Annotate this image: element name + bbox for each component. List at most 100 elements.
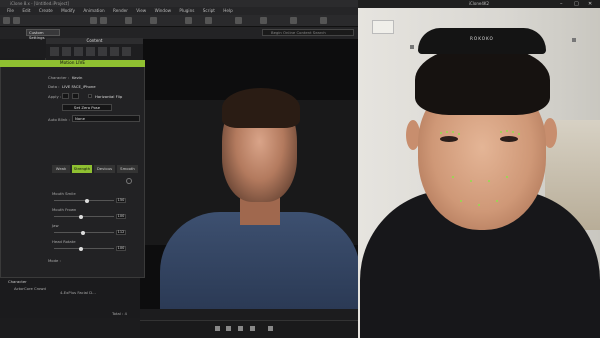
person-hair [415, 45, 550, 115]
character-shirt [160, 212, 360, 309]
tracking-point [478, 204, 480, 206]
auto-blink-select[interactable]: None [72, 115, 140, 122]
layout-icon[interactable] [320, 17, 327, 24]
render-icon[interactable] [235, 17, 242, 24]
slider-knob[interactable] [79, 246, 84, 251]
minimize-icon[interactable]: – [560, 1, 563, 7]
viewport-icon[interactable] [290, 17, 297, 24]
menu-edit[interactable]: Edit [22, 7, 30, 15]
menu-plugins[interactable]: Plugins [179, 7, 194, 15]
content-tab-icon[interactable] [62, 47, 71, 56]
tab-smooth[interactable]: Smooth [117, 165, 138, 173]
menu-view[interactable]: View [136, 7, 146, 15]
close-icon[interactable]: ✕ [588, 1, 592, 7]
content-tab-icon[interactable] [98, 47, 107, 56]
tracking-point [506, 176, 508, 178]
content-tab-icon[interactable] [110, 47, 119, 56]
step-forward-icon[interactable] [238, 326, 243, 331]
move-tool-icon[interactable] [13, 17, 20, 24]
camera-icon[interactable] [150, 17, 157, 24]
auto-blink-label: Auto Blink : [48, 117, 70, 122]
scene-item-actorcore[interactable]: ActorCore Crowd [14, 286, 46, 291]
motion-live-title: Motion LIVE [0, 60, 145, 67]
tab-strength[interactable]: Strength [72, 165, 92, 173]
set-zero-pose-button[interactable]: Set Zero Pose [62, 104, 112, 111]
settings-icon[interactable] [260, 17, 267, 24]
menu-window[interactable]: Window [155, 7, 172, 15]
maximize-icon[interactable]: □ [574, 1, 579, 7]
tracking-point [518, 133, 520, 135]
mode-label: Mode : [48, 258, 61, 263]
menu-script[interactable]: Script [203, 7, 215, 15]
window-title: iClone 8.x - [Untitled.iProject] [0, 0, 358, 7]
scale-tool-icon[interactable] [100, 17, 107, 24]
tab-devious[interactable]: Devious [94, 165, 115, 173]
pick-tool-icon[interactable] [125, 17, 132, 24]
camera-window-title: iClone4K2 [358, 0, 600, 8]
tracking-point [446, 131, 448, 133]
data-value: LIVE FACE_iPhone [62, 84, 96, 89]
content-tab-icon[interactable] [122, 47, 131, 56]
wall-outlet [410, 45, 414, 49]
slider-knob[interactable] [84, 198, 89, 203]
tracking-point [512, 131, 514, 133]
person-eye [440, 136, 458, 142]
mouth-frown-value[interactable]: 100 [116, 214, 126, 219]
tracking-point [506, 130, 508, 132]
head-rotate-value[interactable]: 100 [116, 246, 126, 251]
slider-label: Head Rotate [52, 239, 76, 244]
horizontal-flip-checkbox[interactable] [88, 94, 92, 98]
slider-knob[interactable] [79, 214, 84, 219]
data-label: Data : [48, 84, 60, 89]
menu-animation[interactable]: Animation [83, 7, 104, 15]
menu-render[interactable]: Render [113, 7, 128, 15]
custom-settings-dropdown[interactable]: Custom Settings [26, 29, 60, 40]
menu-bar: File Edit Create Modify Animation Render… [0, 7, 358, 15]
tracking-point [488, 180, 490, 182]
rotate-tool-icon[interactable] [90, 17, 97, 24]
reset-icon[interactable] [126, 178, 132, 184]
menu-create[interactable]: Create [39, 7, 53, 15]
tracking-point [500, 131, 502, 133]
apply-label: Apply : [48, 94, 62, 99]
scene-item-character[interactable]: Character [8, 279, 27, 284]
light-icon[interactable] [185, 17, 192, 24]
apply-icon[interactable] [62, 93, 69, 99]
content-tab-icon[interactable] [86, 47, 95, 56]
content-panel-title: Content [46, 38, 143, 44]
menu-help[interactable]: Help [223, 7, 233, 15]
apply-icon[interactable] [72, 93, 79, 99]
mouth-smile-value[interactable]: 150 [116, 198, 126, 203]
menu-modify[interactable]: Modify [61, 7, 75, 15]
content-search-input[interactable]: Begin Online Content Search [262, 29, 354, 36]
person-eye [500, 136, 518, 142]
tracking-point [470, 180, 472, 182]
horizontal-flip-label: Horizontal Flip [95, 94, 123, 99]
wall-frame [372, 20, 394, 34]
playback-bar [140, 320, 358, 338]
mouth-frown-slider[interactable] [54, 214, 114, 219]
content-tab-icon[interactable] [50, 47, 59, 56]
step-back-icon[interactable] [226, 326, 231, 331]
tracking-point [452, 131, 454, 133]
jaw-slider[interactable] [54, 230, 114, 235]
loop-icon[interactable] [250, 326, 255, 331]
menu-file[interactable]: File [7, 7, 14, 15]
faceplus-item[interactable]: 4-ExPlus Facial D... [60, 290, 96, 295]
slider-knob[interactable] [80, 230, 85, 235]
tab-weak[interactable]: Weak [52, 165, 70, 173]
tracking-point [458, 133, 460, 135]
headband-brand: ROKOKO [470, 36, 494, 41]
record-icon[interactable] [268, 326, 273, 331]
total-count: Total : 4 [112, 311, 127, 316]
content-tab-icon[interactable] [74, 47, 83, 56]
character-label: Character : [48, 75, 70, 80]
head-rotate-slider[interactable] [54, 246, 114, 251]
select-tool-icon[interactable] [3, 17, 10, 24]
mouth-smile-slider[interactable] [54, 198, 114, 203]
pause-icon[interactable] [215, 326, 220, 331]
grid-icon[interactable] [205, 17, 212, 24]
slider-label: Mouth Frown [52, 207, 77, 212]
jaw-value[interactable]: 112 [116, 230, 126, 235]
tracking-point [440, 132, 442, 134]
